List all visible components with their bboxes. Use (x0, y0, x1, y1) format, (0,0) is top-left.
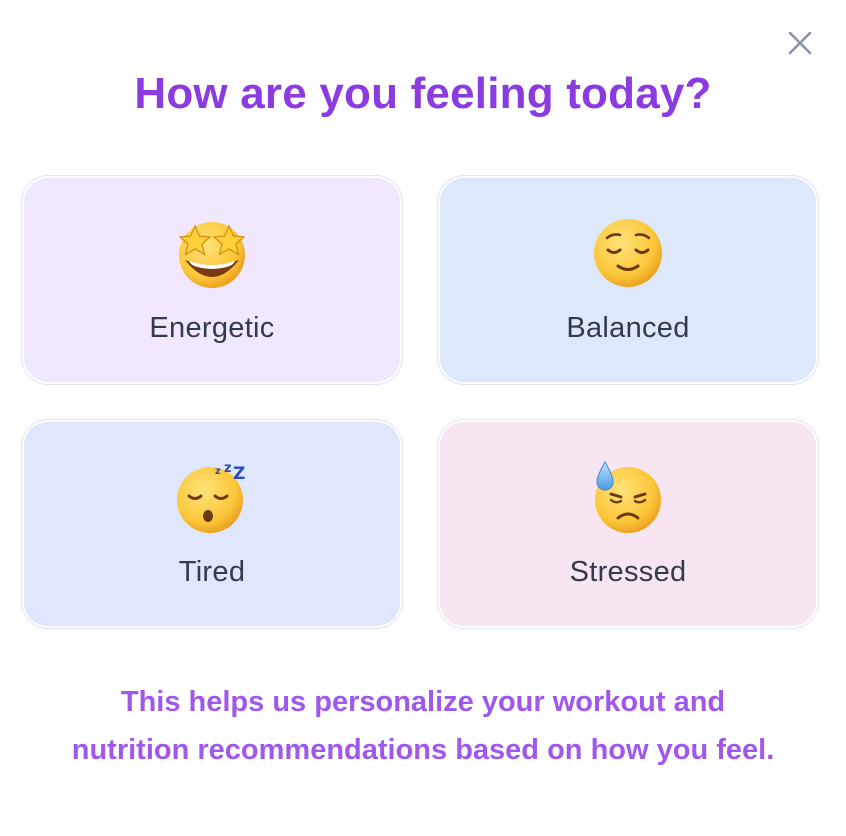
relieved-face-icon (440, 216, 816, 288)
star-struck-face-icon (24, 216, 400, 288)
mood-label: Stressed (569, 556, 687, 588)
mood-label: Balanced (566, 312, 690, 344)
close-icon (788, 31, 812, 55)
mood-option-tired[interactable]: z z Z Tired (22, 420, 402, 628)
downcast-face-with-sweat-icon (440, 460, 816, 533)
mood-option-energetic[interactable]: Energetic (22, 176, 402, 384)
close-button[interactable] (782, 25, 818, 61)
mood-label: Energetic (149, 312, 275, 344)
mood-label: Tired (178, 556, 246, 588)
mood-option-balanced[interactable]: Balanced (438, 176, 818, 384)
helper-text: This helps us personalize your workout a… (71, 686, 775, 766)
mood-option-stressed[interactable]: Stressed (438, 420, 818, 628)
svg-text:z: z (215, 466, 221, 477)
sleeping-face-icon: z z Z (24, 460, 400, 533)
mood-dialog: How are you feeling today? Energetic Bal… (0, 0, 846, 836)
svg-text:z: z (224, 461, 232, 476)
page-title: How are you feeling today? (134, 69, 712, 118)
svg-text:Z: Z (233, 464, 245, 484)
